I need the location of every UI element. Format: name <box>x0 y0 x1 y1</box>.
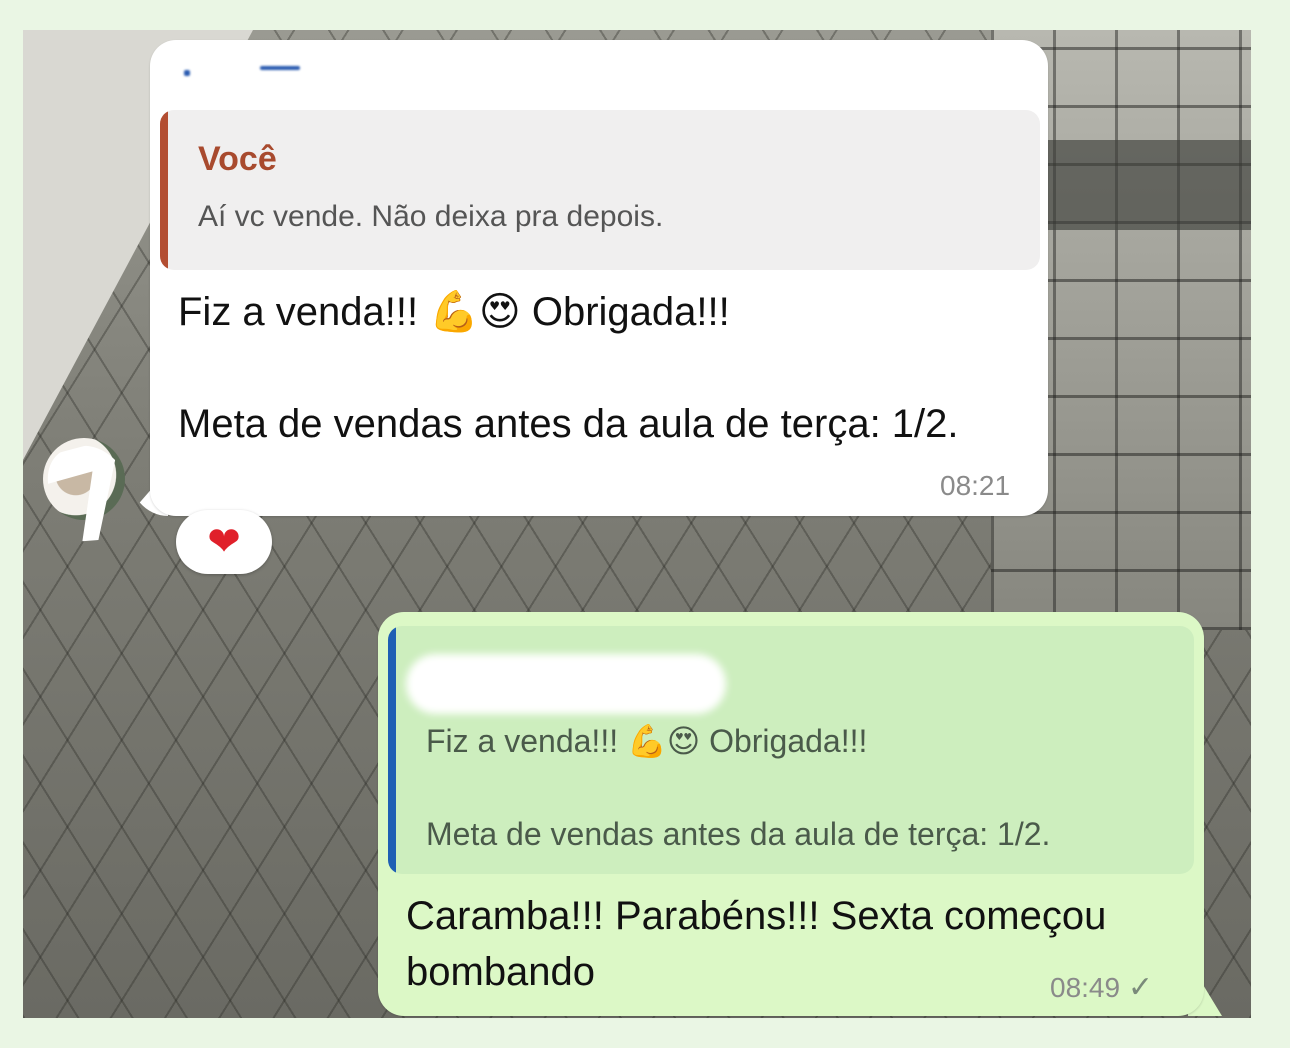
quoted-message[interactable]: Fiz a venda!!! 💪😍 Obrigada!!! Meta de ve… <box>388 626 1194 874</box>
heart-icon: ❤ <box>207 520 241 564</box>
wallpaper-window-band <box>1041 140 1251 230</box>
quoted-text: Aí vc vende. Não deixa pra depois. <box>198 200 664 233</box>
message-line-1: Fiz a venda!!! 💪😍 Obrigada!!! <box>178 288 730 335</box>
message-text-end: Obrigada!!! <box>520 290 730 334</box>
quoted-text: Fiz a venda!!! <box>426 723 627 759</box>
message-line-1: Caramba!!! Parabéns!!! Sexta começou <box>406 894 1107 938</box>
quoted-text-end: Obrigada!!! <box>700 723 868 759</box>
heart-reaction[interactable]: ❤ <box>176 510 272 574</box>
message-timestamp: 08:21 <box>940 470 1011 501</box>
message-text: Fiz a venda!!! <box>178 290 430 334</box>
quote-accent-bar <box>388 626 396 874</box>
sender-name-redacted <box>180 62 480 78</box>
flexed-biceps-heart-eyes-emoji: 💪😍 <box>429 289 521 335</box>
quoted-author: Você <box>198 140 277 178</box>
outgoing-message[interactable]: Fiz a venda!!! 💪😍 Obrigada!!! Meta de ve… <box>378 612 1204 1016</box>
message-timestamp: 08:49 <box>1050 972 1121 1003</box>
sent-check-icon: ✓ <box>1127 971 1153 1004</box>
message-line-2: bombando <box>406 950 596 994</box>
quoted-message[interactable]: Você Aí vc vende. Não deixa pra depois. <box>160 110 1040 270</box>
message-line-2: Meta de vendas antes da aula de terça: 1… <box>178 402 959 446</box>
message-timestamp-row: 08:49 ✓ <box>1050 970 1153 1005</box>
flexed-biceps-heart-eyes-emoji: 💪😍 <box>626 722 701 760</box>
incoming-message[interactable]: Você Aí vc vende. Não deixa pra depois. … <box>150 40 1048 516</box>
quoted-author-redacted <box>406 654 726 714</box>
quoted-line-2: Meta de vendas antes da aula de terça: 1… <box>426 816 1051 852</box>
quoted-line-1: Fiz a venda!!! 💪😍 Obrigada!!! <box>426 722 867 760</box>
quote-accent-bar <box>160 110 168 270</box>
